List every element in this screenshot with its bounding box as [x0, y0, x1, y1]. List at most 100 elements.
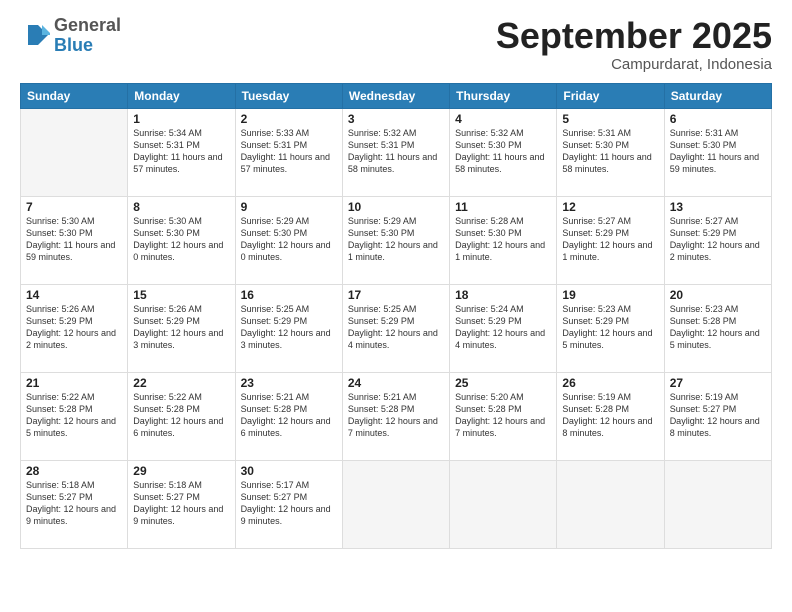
calendar-cell: 21Sunrise: 5:22 AM Sunset: 5:28 PM Dayli…	[21, 372, 128, 460]
calendar-cell: 1Sunrise: 5:34 AM Sunset: 5:31 PM Daylig…	[128, 108, 235, 196]
day-number: 24	[348, 376, 444, 390]
col-wednesday: Wednesday	[342, 83, 449, 108]
calendar-cell: 17Sunrise: 5:25 AM Sunset: 5:29 PM Dayli…	[342, 284, 449, 372]
calendar-cell: 25Sunrise: 5:20 AM Sunset: 5:28 PM Dayli…	[450, 372, 557, 460]
calendar-cell: 4Sunrise: 5:32 AM Sunset: 5:30 PM Daylig…	[450, 108, 557, 196]
calendar-week-row: 7Sunrise: 5:30 AM Sunset: 5:30 PM Daylig…	[21, 196, 772, 284]
title-block: September 2025 Campurdarat, Indonesia	[496, 16, 772, 73]
day-info: Sunrise: 5:25 AM Sunset: 5:29 PM Dayligh…	[348, 303, 444, 352]
col-monday: Monday	[128, 83, 235, 108]
day-info: Sunrise: 5:22 AM Sunset: 5:28 PM Dayligh…	[26, 391, 122, 440]
day-number: 19	[562, 288, 658, 302]
day-number: 13	[670, 200, 766, 214]
day-info: Sunrise: 5:21 AM Sunset: 5:28 PM Dayligh…	[241, 391, 337, 440]
calendar-cell: 5Sunrise: 5:31 AM Sunset: 5:30 PM Daylig…	[557, 108, 664, 196]
calendar: Sunday Monday Tuesday Wednesday Thursday…	[20, 83, 772, 549]
day-info: Sunrise: 5:23 AM Sunset: 5:28 PM Dayligh…	[670, 303, 766, 352]
calendar-cell: 14Sunrise: 5:26 AM Sunset: 5:29 PM Dayli…	[21, 284, 128, 372]
day-number: 11	[455, 200, 551, 214]
calendar-cell	[664, 460, 771, 548]
calendar-header-row: Sunday Monday Tuesday Wednesday Thursday…	[21, 83, 772, 108]
day-number: 18	[455, 288, 551, 302]
day-info: Sunrise: 5:19 AM Sunset: 5:28 PM Dayligh…	[562, 391, 658, 440]
day-number: 28	[26, 464, 122, 478]
calendar-week-row: 1Sunrise: 5:34 AM Sunset: 5:31 PM Daylig…	[21, 108, 772, 196]
calendar-cell: 28Sunrise: 5:18 AM Sunset: 5:27 PM Dayli…	[21, 460, 128, 548]
day-info: Sunrise: 5:26 AM Sunset: 5:29 PM Dayligh…	[133, 303, 229, 352]
day-number: 22	[133, 376, 229, 390]
day-number: 25	[455, 376, 551, 390]
logo-text: General Blue	[54, 16, 121, 56]
day-info: Sunrise: 5:29 AM Sunset: 5:30 PM Dayligh…	[241, 215, 337, 264]
logo-general: General	[54, 15, 121, 35]
day-number: 21	[26, 376, 122, 390]
day-number: 12	[562, 200, 658, 214]
day-info: Sunrise: 5:23 AM Sunset: 5:29 PM Dayligh…	[562, 303, 658, 352]
calendar-cell: 15Sunrise: 5:26 AM Sunset: 5:29 PM Dayli…	[128, 284, 235, 372]
day-info: Sunrise: 5:32 AM Sunset: 5:31 PM Dayligh…	[348, 127, 444, 176]
logo: General Blue	[20, 16, 121, 56]
day-number: 16	[241, 288, 337, 302]
calendar-cell: 3Sunrise: 5:32 AM Sunset: 5:31 PM Daylig…	[342, 108, 449, 196]
day-number: 26	[562, 376, 658, 390]
day-info: Sunrise: 5:24 AM Sunset: 5:29 PM Dayligh…	[455, 303, 551, 352]
col-saturday: Saturday	[664, 83, 771, 108]
month-title: September 2025	[496, 16, 772, 56]
day-number: 17	[348, 288, 444, 302]
calendar-cell: 29Sunrise: 5:18 AM Sunset: 5:27 PM Dayli…	[128, 460, 235, 548]
day-info: Sunrise: 5:25 AM Sunset: 5:29 PM Dayligh…	[241, 303, 337, 352]
day-number: 3	[348, 112, 444, 126]
day-info: Sunrise: 5:31 AM Sunset: 5:30 PM Dayligh…	[670, 127, 766, 176]
col-thursday: Thursday	[450, 83, 557, 108]
day-info: Sunrise: 5:29 AM Sunset: 5:30 PM Dayligh…	[348, 215, 444, 264]
day-number: 15	[133, 288, 229, 302]
calendar-cell: 30Sunrise: 5:17 AM Sunset: 5:27 PM Dayli…	[235, 460, 342, 548]
page: General Blue September 2025 Campurdarat,…	[0, 0, 792, 612]
day-number: 14	[26, 288, 122, 302]
day-number: 30	[241, 464, 337, 478]
day-number: 4	[455, 112, 551, 126]
logo-icon	[20, 21, 50, 51]
col-friday: Friday	[557, 83, 664, 108]
day-number: 2	[241, 112, 337, 126]
day-number: 23	[241, 376, 337, 390]
calendar-cell	[342, 460, 449, 548]
calendar-cell: 13Sunrise: 5:27 AM Sunset: 5:29 PM Dayli…	[664, 196, 771, 284]
day-number: 5	[562, 112, 658, 126]
calendar-cell: 20Sunrise: 5:23 AM Sunset: 5:28 PM Dayli…	[664, 284, 771, 372]
day-info: Sunrise: 5:22 AM Sunset: 5:28 PM Dayligh…	[133, 391, 229, 440]
day-number: 7	[26, 200, 122, 214]
calendar-cell: 23Sunrise: 5:21 AM Sunset: 5:28 PM Dayli…	[235, 372, 342, 460]
day-info: Sunrise: 5:27 AM Sunset: 5:29 PM Dayligh…	[670, 215, 766, 264]
calendar-cell	[450, 460, 557, 548]
calendar-week-row: 21Sunrise: 5:22 AM Sunset: 5:28 PM Dayli…	[21, 372, 772, 460]
day-info: Sunrise: 5:34 AM Sunset: 5:31 PM Dayligh…	[133, 127, 229, 176]
day-info: Sunrise: 5:32 AM Sunset: 5:30 PM Dayligh…	[455, 127, 551, 176]
day-number: 6	[670, 112, 766, 126]
day-info: Sunrise: 5:20 AM Sunset: 5:28 PM Dayligh…	[455, 391, 551, 440]
calendar-cell: 19Sunrise: 5:23 AM Sunset: 5:29 PM Dayli…	[557, 284, 664, 372]
day-number: 27	[670, 376, 766, 390]
day-info: Sunrise: 5:17 AM Sunset: 5:27 PM Dayligh…	[241, 479, 337, 528]
calendar-cell: 6Sunrise: 5:31 AM Sunset: 5:30 PM Daylig…	[664, 108, 771, 196]
day-info: Sunrise: 5:18 AM Sunset: 5:27 PM Dayligh…	[26, 479, 122, 528]
day-info: Sunrise: 5:28 AM Sunset: 5:30 PM Dayligh…	[455, 215, 551, 264]
calendar-cell: 11Sunrise: 5:28 AM Sunset: 5:30 PM Dayli…	[450, 196, 557, 284]
day-info: Sunrise: 5:33 AM Sunset: 5:31 PM Dayligh…	[241, 127, 337, 176]
day-number: 9	[241, 200, 337, 214]
day-info: Sunrise: 5:19 AM Sunset: 5:27 PM Dayligh…	[670, 391, 766, 440]
day-number: 20	[670, 288, 766, 302]
col-sunday: Sunday	[21, 83, 128, 108]
calendar-cell: 22Sunrise: 5:22 AM Sunset: 5:28 PM Dayli…	[128, 372, 235, 460]
calendar-cell	[557, 460, 664, 548]
calendar-cell: 10Sunrise: 5:29 AM Sunset: 5:30 PM Dayli…	[342, 196, 449, 284]
day-info: Sunrise: 5:30 AM Sunset: 5:30 PM Dayligh…	[133, 215, 229, 264]
header: General Blue September 2025 Campurdarat,…	[20, 16, 772, 73]
calendar-cell: 8Sunrise: 5:30 AM Sunset: 5:30 PM Daylig…	[128, 196, 235, 284]
calendar-cell: 2Sunrise: 5:33 AM Sunset: 5:31 PM Daylig…	[235, 108, 342, 196]
logo-blue: Blue	[54, 35, 93, 55]
col-tuesday: Tuesday	[235, 83, 342, 108]
calendar-cell: 24Sunrise: 5:21 AM Sunset: 5:28 PM Dayli…	[342, 372, 449, 460]
day-info: Sunrise: 5:30 AM Sunset: 5:30 PM Dayligh…	[26, 215, 122, 264]
calendar-week-row: 14 Sunrise: 5:26 AM Sunset: 5:29 PM Dayli…	[21, 284, 772, 372]
